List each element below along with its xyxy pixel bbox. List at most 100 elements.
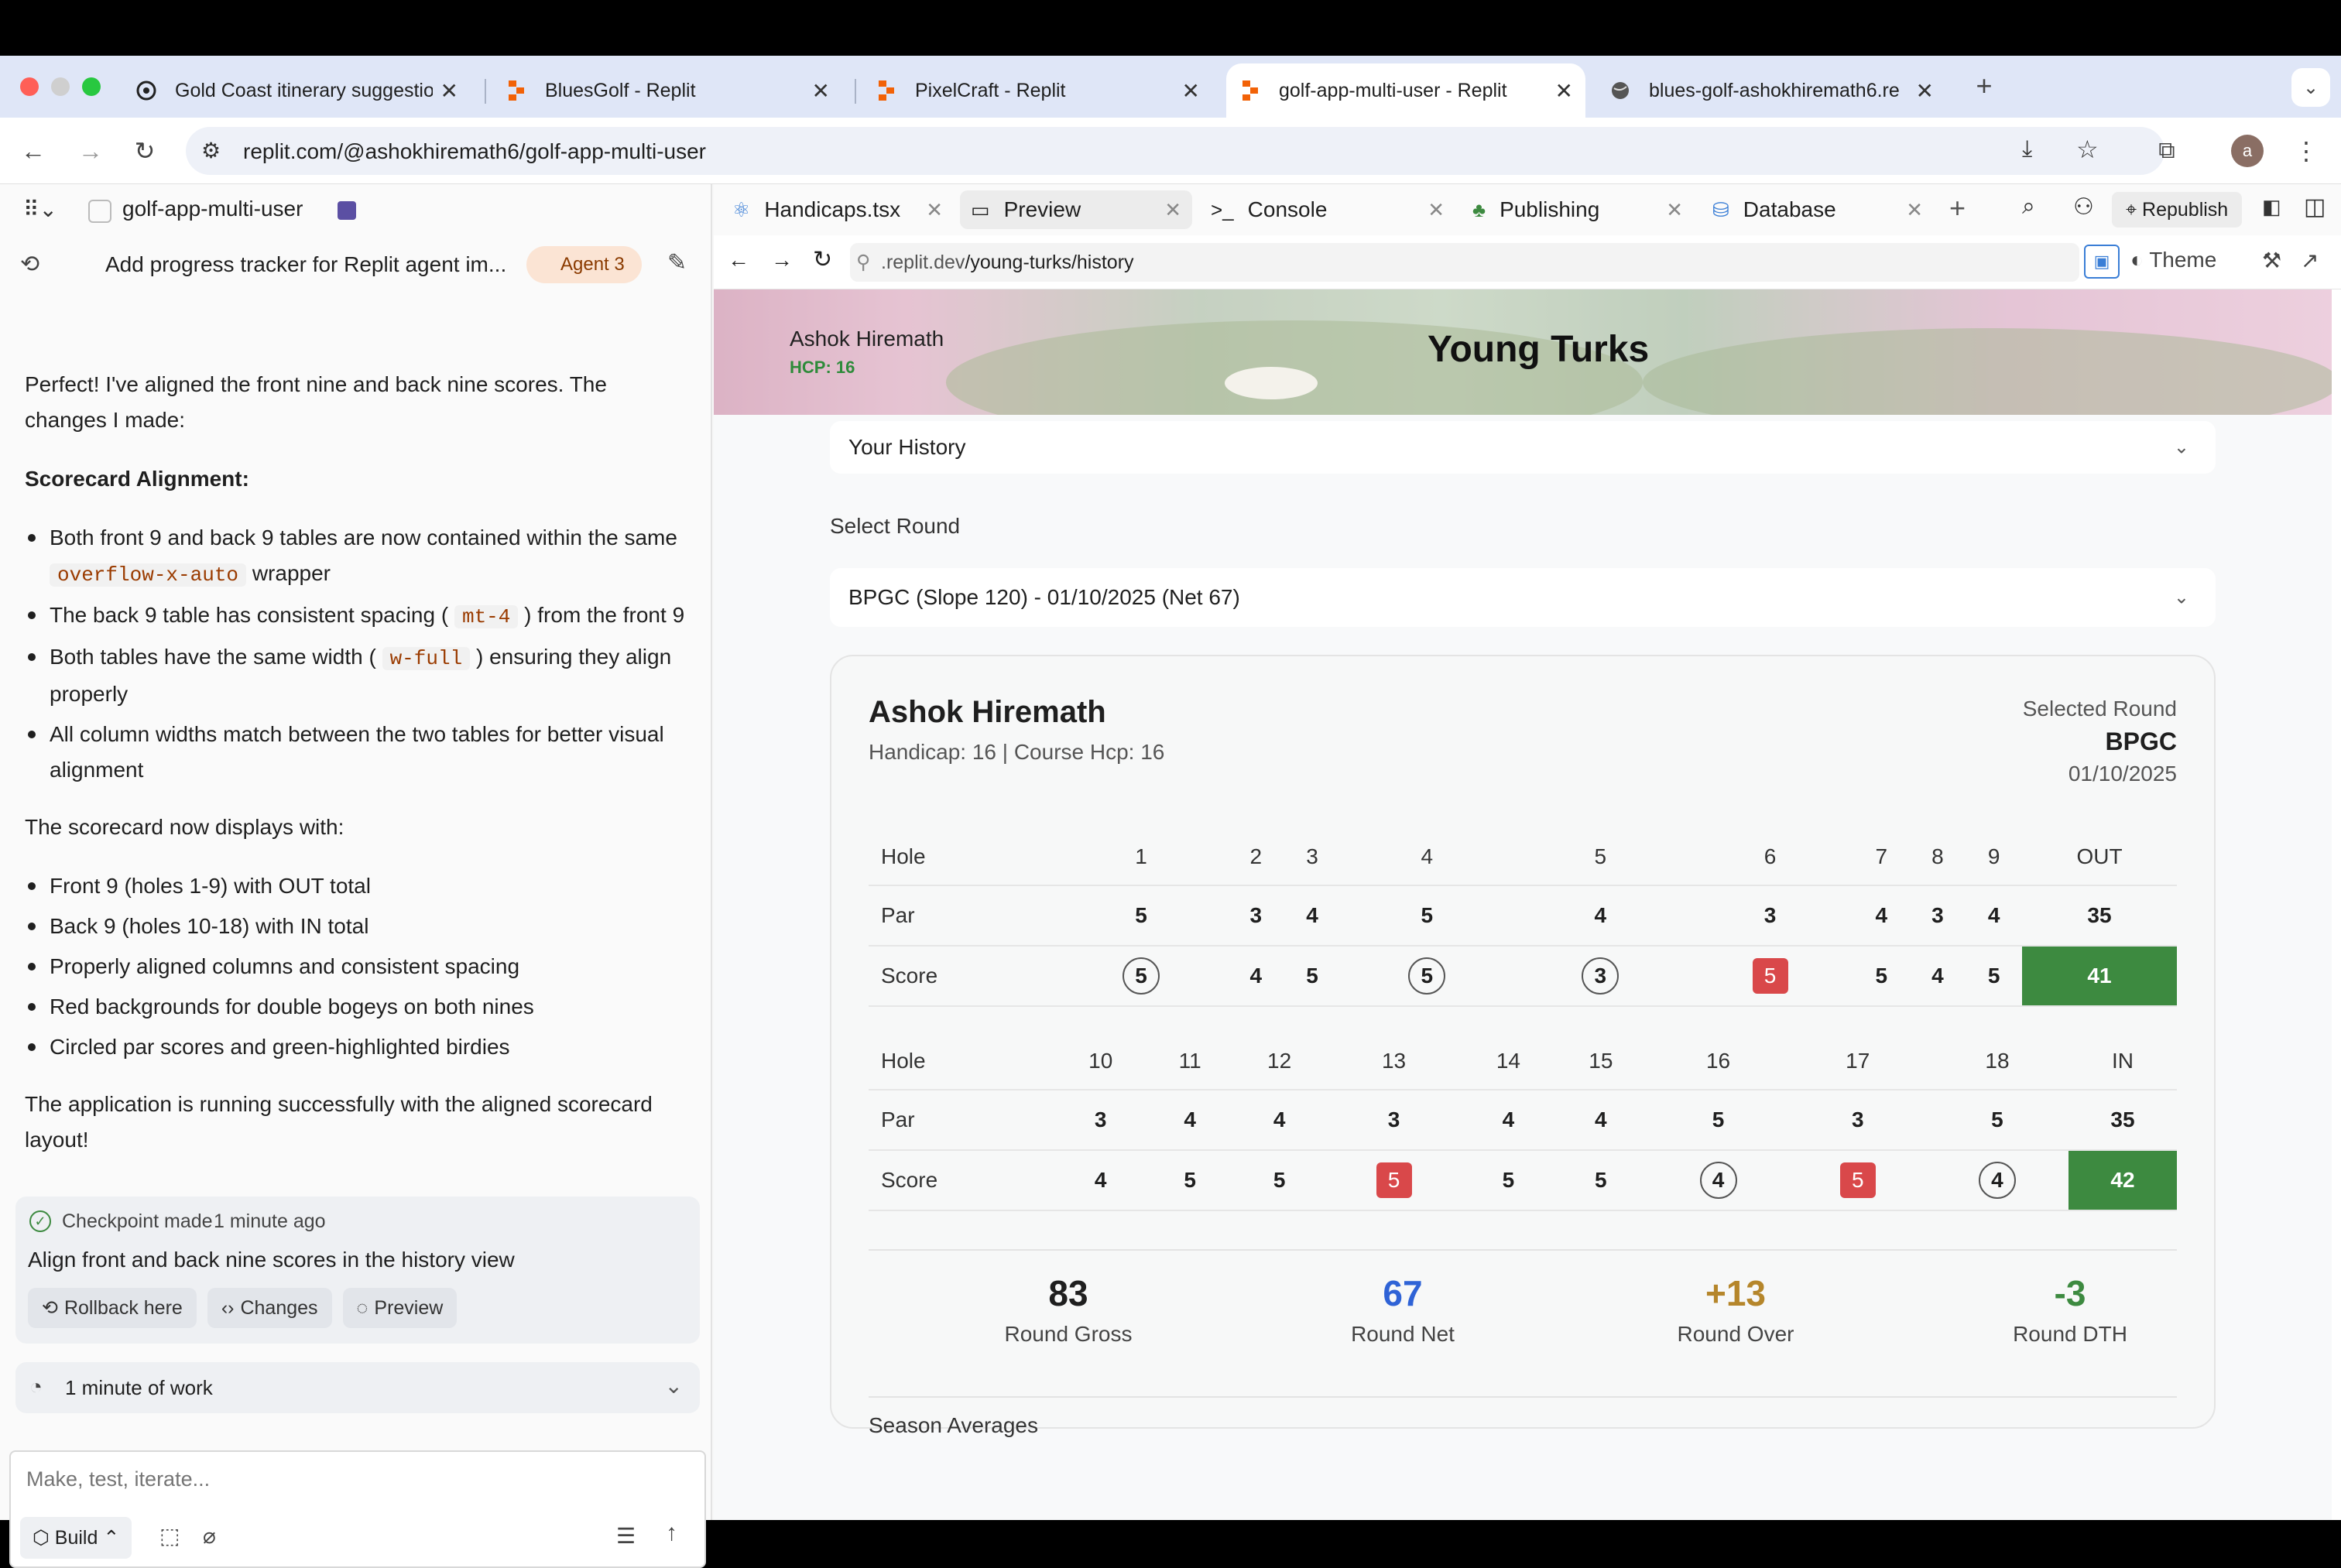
back-arrow-icon[interactable]: ← (728, 248, 749, 272)
par-score: 4 (1978, 1162, 2016, 1199)
send-arrow-icon[interactable]: ↑ (666, 1520, 677, 1546)
score-cell: 5 (1789, 1150, 1926, 1211)
site-settings-icon[interactable]: ⚙ (201, 138, 221, 163)
tab-database[interactable]: ⛁ Database ✕ (1702, 190, 1934, 229)
republish-button[interactable]: ⌖ Republish (2112, 192, 2243, 228)
score-value: 5 (1184, 1168, 1196, 1192)
close-icon[interactable]: ✕ (1428, 198, 1445, 222)
add-tab-icon[interactable]: + (1949, 192, 1966, 224)
tab-title: BluesGolf - Replit (545, 79, 696, 101)
work-summary[interactable]: ◔ 1 minute of work ⌄ (15, 1362, 700, 1413)
close-icon[interactable]: ✕ (1182, 78, 1200, 104)
tab-label: Publishing (1500, 197, 1600, 221)
browser-tab-0[interactable]: Gold Coast itinerary suggestio ✕ (122, 63, 471, 118)
round-course: BPGC (2105, 728, 2177, 755)
agent-badge[interactable]: Agent 3 (526, 246, 642, 283)
list-text: wrapper (252, 561, 331, 585)
project-name[interactable]: golf-app-multi-user (122, 197, 303, 221)
score-total: 41 (2022, 946, 2177, 1007)
forward-arrow-icon[interactable]: → (771, 248, 793, 272)
stat-value: +13 (1705, 1273, 1767, 1313)
search-icon[interactable]: ⌕ (2022, 193, 2035, 220)
close-icon[interactable]: ✕ (1555, 78, 1573, 104)
new-chat-icon[interactable]: ✎ (667, 249, 687, 276)
tab-label: Preview (1003, 197, 1081, 221)
devtools-icon[interactable]: ⚒ (2262, 248, 2281, 273)
browser-menu-icon[interactable]: ⋮ (2288, 133, 2324, 169)
changes-button[interactable]: ‹› Changes (207, 1288, 332, 1328)
browser-tab-4[interactable]: blues-golf-ashokhiremath6.re ✕ (1596, 63, 1946, 118)
par-value: 3 (1789, 1090, 1926, 1151)
features-list: Front 9 (holes 1-9) with OUT total Back … (25, 868, 691, 1065)
tab-search-button[interactable]: ⌄ (2291, 68, 2330, 107)
avatar[interactable]: a (2231, 135, 2264, 167)
republish-options-icon[interactable]: ◧ (2262, 195, 2281, 219)
preview-url-bar[interactable]: ⚲ .replit.dev/young-turks/history (850, 243, 2079, 282)
openai-icon (135, 79, 158, 102)
browser-tab-3[interactable]: golf-app-multi-user - Replit ✕ (1226, 63, 1585, 118)
par-value: 5 (1340, 885, 1514, 947)
browser-tab-2[interactable]: PixelCraft - Replit ✕ (862, 63, 1212, 118)
view-select[interactable]: Your History ⌄ (830, 421, 2216, 474)
close-window-button[interactable] (20, 77, 39, 96)
score-row: Score 5 4 5 5 3 5 5 4 5 41 (869, 946, 2177, 1007)
maximize-window-button[interactable] (82, 77, 101, 96)
hole-number: 16 (1647, 1032, 1790, 1090)
device-toggle-icon[interactable]: ▣ (2084, 245, 2120, 279)
tab-preview[interactable]: ▭ Preview ✕ (960, 190, 1192, 229)
round-select[interactable]: BPGC (Slope 120) - 01/10/2025 (Net 67) ⌄ (830, 568, 2216, 627)
message-intro: Perfect! I've aligned the front nine and… (25, 372, 607, 432)
chat-input[interactable] (26, 1463, 677, 1495)
par-value: 3 (1687, 885, 1853, 947)
chat-title[interactable]: Add progress tracker for Replit agent im… (105, 252, 506, 277)
browser-tab-1[interactable]: BluesGolf - Replit ✕ (492, 63, 842, 118)
invite-user-icon[interactable]: ⚇ (2073, 193, 2094, 221)
close-icon[interactable]: ✕ (1666, 198, 1683, 222)
settings-sliders-icon[interactable]: ☰ (616, 1523, 636, 1549)
rocket-icon: ⌖ (2126, 199, 2143, 221)
replit-icon[interactable]: ⠿⌄ (23, 197, 57, 222)
tab-handicaps[interactable]: ⚛ Handicaps.tsx ✕ (721, 190, 954, 229)
reload-icon[interactable]: ↻ (127, 133, 163, 169)
back-arrow-icon[interactable]: ← (15, 133, 51, 169)
par-value: 5 (1647, 1090, 1790, 1151)
reload-icon[interactable]: ↻ (813, 246, 832, 273)
select-element-icon[interactable]: ⬚ (159, 1523, 180, 1549)
check-circle-icon: ✓ (29, 1210, 51, 1232)
close-icon[interactable]: ✕ (1916, 78, 1934, 104)
round-over-stat: +13 Round Over (1620, 1272, 1852, 1347)
score-cell: 4 (1909, 946, 1966, 1007)
hole-number: 8 (1909, 828, 1966, 886)
close-icon[interactable]: ✕ (440, 78, 458, 104)
close-icon[interactable]: ✕ (1906, 198, 1923, 222)
install-app-icon[interactable]: ⤓ (2022, 136, 2032, 163)
close-icon[interactable]: ✕ (926, 198, 943, 222)
rollback-button[interactable]: ⟲ Rollback here (28, 1288, 197, 1328)
stat-value: -3 (2054, 1273, 2086, 1313)
attach-icon[interactable]: ⌀ (203, 1523, 216, 1549)
close-icon[interactable]: ✕ (812, 78, 830, 104)
history-icon[interactable]: ⟲ (20, 251, 39, 278)
minimize-window-button[interactable] (51, 77, 70, 96)
forward-arrow-icon[interactable]: → (73, 133, 108, 169)
row-label: Par (869, 1090, 1054, 1151)
preview-button[interactable]: ◌ Preview (342, 1288, 458, 1328)
chevron-down-icon[interactable]: ⌄ (665, 1373, 683, 1399)
tab-publishing[interactable]: ♣ Publishing ✕ (1462, 190, 1694, 229)
hole-number: 18 (1925, 1032, 2069, 1090)
close-icon[interactable]: ✕ (1164, 198, 1181, 222)
new-tab-button[interactable]: + (1966, 68, 2002, 104)
divider (869, 1249, 2177, 1251)
tab-console[interactable]: >_ Console ✕ (1200, 190, 1455, 229)
layout-toggle-icon[interactable]: ◫ (2304, 193, 2326, 221)
open-new-window-icon[interactable]: ↗ (2301, 248, 2319, 273)
address-bar[interactable]: ⚙ replit.com/@ashokhiremath6/golf-app-mu… (186, 127, 2164, 175)
build-mode-button[interactable]: ⬡ Build ⌃ (20, 1517, 132, 1559)
double-bogey-score: 5 (1839, 1162, 1876, 1198)
theme-button[interactable]: ◐ Theme (2130, 248, 2216, 272)
bookmark-star-icon[interactable]: ☆ (2076, 135, 2099, 164)
tab-title: PixelCraft - Replit (915, 79, 1066, 101)
row-label: Par (869, 885, 1054, 947)
extensions-icon[interactable]: ⧉ (2149, 133, 2185, 169)
rollback-label: Rollback here (63, 1296, 183, 1319)
